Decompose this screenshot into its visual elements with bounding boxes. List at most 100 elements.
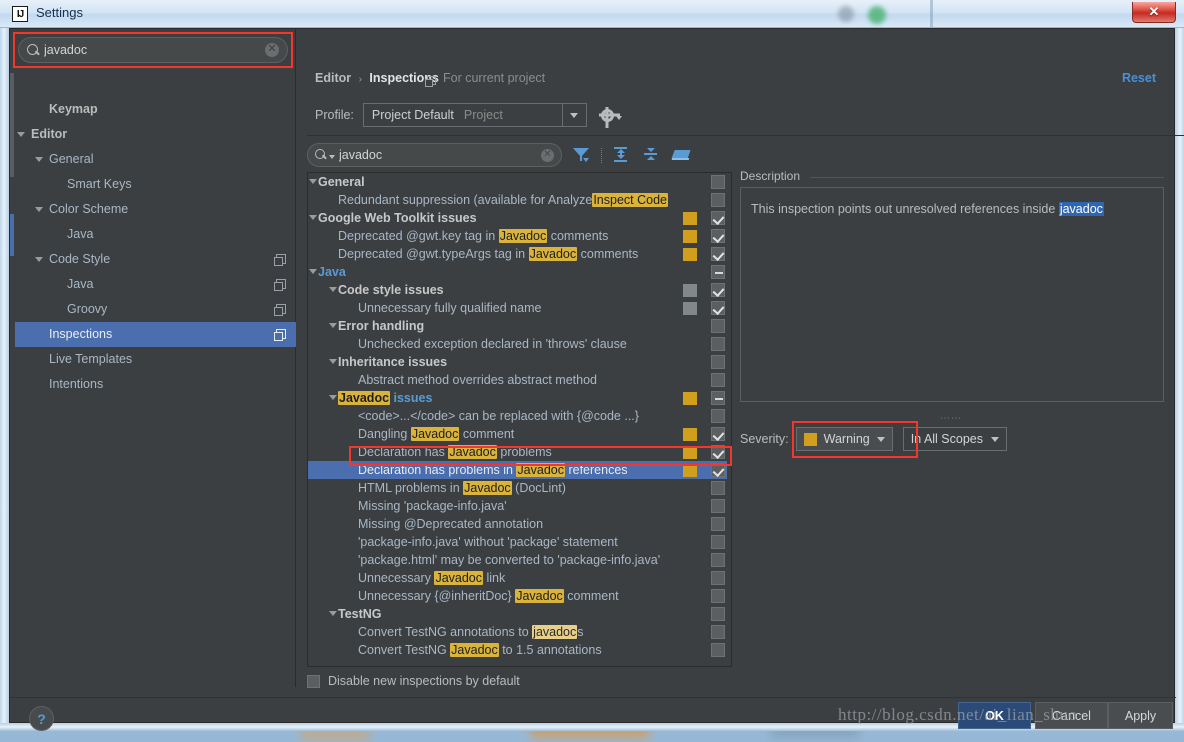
inspection-enabled-checkbox[interactable] xyxy=(711,643,725,657)
reset-link[interactable]: Reset xyxy=(1122,71,1156,85)
chevron-down-icon[interactable] xyxy=(35,257,43,262)
clear-icon[interactable]: ✕ xyxy=(265,43,279,57)
sidebar-item-live-templates[interactable]: Live Templates xyxy=(15,347,296,372)
reset-inspections-icon[interactable] xyxy=(670,144,692,166)
inspection-enabled-checkbox[interactable] xyxy=(711,175,725,189)
inspection-row[interactable]: Deprecated @gwt.typeArgs tag in Javadoc … xyxy=(308,245,731,263)
resize-grip-icon[interactable]: ⋯⋯ xyxy=(940,413,964,424)
inspection-enabled-checkbox[interactable] xyxy=(711,517,725,531)
sidebar-item-intentions[interactable]: Intentions xyxy=(15,372,296,397)
copy-settings-icon[interactable] xyxy=(274,304,286,316)
scope-select[interactable]: In All Scopes xyxy=(902,427,1007,451)
inspection-enabled-checkbox[interactable] xyxy=(711,193,725,207)
chevron-down-icon[interactable] xyxy=(329,155,335,159)
inspection-enabled-checkbox[interactable] xyxy=(711,535,725,549)
chevron-down-icon[interactable] xyxy=(35,157,43,162)
sidebar-item-code-style[interactable]: Code Style xyxy=(15,247,296,272)
clear-icon[interactable]: ✕ xyxy=(541,148,554,162)
expand-all-icon[interactable] xyxy=(610,144,632,166)
breadcrumb-parent[interactable]: Editor xyxy=(315,71,351,85)
inspection-enabled-checkbox[interactable] xyxy=(711,355,725,369)
chevron-down-icon[interactable] xyxy=(329,359,337,364)
inspection-row[interactable]: Redundant suppression (available for Ana… xyxy=(308,191,731,209)
inspection-row[interactable]: Google Web Toolkit issues xyxy=(308,209,731,227)
sidebar-item-inspections[interactable]: Inspections xyxy=(15,322,296,347)
sidebar-item-groovy[interactable]: Groovy xyxy=(15,297,296,322)
inspection-row[interactable]: HTML problems in Javadoc (DocLint) xyxy=(308,479,731,497)
chevron-down-icon[interactable] xyxy=(309,179,317,184)
sidebar-item-keymap[interactable]: Keymap xyxy=(15,97,296,122)
inspection-enabled-checkbox[interactable] xyxy=(711,319,725,333)
help-icon[interactable]: ? xyxy=(29,706,54,731)
inspection-enabled-checkbox[interactable] xyxy=(711,463,725,477)
sidebar-item-java[interactable]: Java xyxy=(15,272,296,297)
sidebar-item-color-scheme[interactable]: Color Scheme xyxy=(15,197,296,222)
inspection-enabled-checkbox[interactable] xyxy=(711,445,725,459)
search-input[interactable] xyxy=(44,43,265,57)
filter-funnel-icon[interactable] xyxy=(570,144,592,166)
copy-settings-icon[interactable] xyxy=(274,279,286,291)
chevron-down-icon[interactable] xyxy=(562,103,587,127)
inspection-row[interactable]: 'package-info.java' without 'package' st… xyxy=(308,533,731,551)
inspection-row[interactable]: Unnecessary {@inheritDoc} Javadoc commen… xyxy=(308,587,731,605)
disable-new-inspections-row[interactable]: Disable new inspections by default xyxy=(307,674,520,688)
inspection-row[interactable]: <code>...</code> can be replaced with {@… xyxy=(308,407,731,425)
copy-settings-icon[interactable] xyxy=(274,254,286,266)
inspection-enabled-checkbox[interactable] xyxy=(711,211,725,225)
chevron-down-icon[interactable] xyxy=(329,395,337,400)
inspection-row[interactable]: Unnecessary Javadoc link xyxy=(308,569,731,587)
sidebar-item-smart-keys[interactable]: Smart Keys xyxy=(15,172,296,197)
inspection-enabled-checkbox[interactable] xyxy=(711,265,725,279)
inspection-row[interactable]: Unnecessary fully qualified name xyxy=(308,299,731,317)
inspection-row[interactable]: Code style issues xyxy=(308,281,731,299)
inspection-row[interactable]: Deprecated @gwt.key tag in Javadoc comme… xyxy=(308,227,731,245)
inspection-enabled-checkbox[interactable] xyxy=(711,481,725,495)
chevron-down-icon[interactable] xyxy=(329,611,337,616)
inspection-row[interactable]: General xyxy=(308,173,731,191)
inspection-row[interactable]: Missing 'package-info.java' xyxy=(308,497,731,515)
sidebar-search[interactable]: ✕ xyxy=(18,37,288,63)
chevron-down-icon[interactable] xyxy=(309,269,317,274)
inspection-row[interactable]: 'package.html' may be converted to 'pack… xyxy=(308,551,731,569)
inspection-enabled-checkbox[interactable] xyxy=(711,247,725,261)
inspection-row[interactable]: Missing @Deprecated annotation xyxy=(308,515,731,533)
copy-settings-icon[interactable] xyxy=(274,329,286,341)
disable-new-inspections-checkbox[interactable] xyxy=(307,674,320,688)
severity-select[interactable]: Warning xyxy=(795,427,893,451)
inspection-row[interactable]: Javadoc issues xyxy=(308,389,731,407)
inspection-enabled-checkbox[interactable] xyxy=(711,427,725,441)
inspection-enabled-checkbox[interactable] xyxy=(711,391,725,405)
inspection-row[interactable]: Inheritance issues xyxy=(308,353,731,371)
chevron-down-icon[interactable] xyxy=(329,287,337,292)
chevron-down-icon[interactable] xyxy=(309,215,317,220)
inspection-enabled-checkbox[interactable] xyxy=(711,337,725,351)
inspection-row[interactable]: Convert TestNG Javadoc to 1.5 annotation… xyxy=(308,641,731,659)
inspection-enabled-checkbox[interactable] xyxy=(711,499,725,513)
collapse-all-icon[interactable] xyxy=(640,144,662,166)
sidebar-scrollbar-thumb[interactable] xyxy=(10,73,14,177)
filter-input[interactable] xyxy=(339,148,541,162)
copy-settings-icon[interactable] xyxy=(425,76,436,87)
profile-select[interactable]: Project Default Project xyxy=(362,103,563,127)
inspection-enabled-checkbox[interactable] xyxy=(711,571,725,585)
inspection-row[interactable]: Error handling xyxy=(308,317,731,335)
inspection-row[interactable]: Dangling Javadoc comment xyxy=(308,425,731,443)
inspection-enabled-checkbox[interactable] xyxy=(711,625,725,639)
sidebar-item-general[interactable]: General xyxy=(15,147,296,172)
inspection-row[interactable]: Abstract method overrides abstract metho… xyxy=(308,371,731,389)
inspection-enabled-checkbox[interactable] xyxy=(711,607,725,621)
sidebar-item-editor[interactable]: Editor xyxy=(15,122,296,147)
inspection-enabled-checkbox[interactable] xyxy=(711,229,725,243)
inspection-row[interactable]: Unchecked exception declared in 'throws'… xyxy=(308,335,731,353)
close-icon[interactable]: ✕ xyxy=(1132,2,1176,23)
chevron-down-icon[interactable] xyxy=(329,323,337,328)
inspection-enabled-checkbox[interactable] xyxy=(711,409,725,423)
inspection-row[interactable]: Convert TestNG annotations to javadocs xyxy=(308,623,731,641)
inspection-enabled-checkbox[interactable] xyxy=(711,553,725,567)
inspection-row[interactable]: Declaration has Javadoc problems xyxy=(308,443,731,461)
inspection-row[interactable]: TestNG xyxy=(308,605,731,623)
chevron-down-icon[interactable] xyxy=(17,132,25,137)
inspection-enabled-checkbox[interactable] xyxy=(711,283,725,297)
inspection-row[interactable]: Java xyxy=(308,263,731,281)
inspection-row-selected[interactable]: Declaration has problems in Javadoc refe… xyxy=(308,461,731,479)
